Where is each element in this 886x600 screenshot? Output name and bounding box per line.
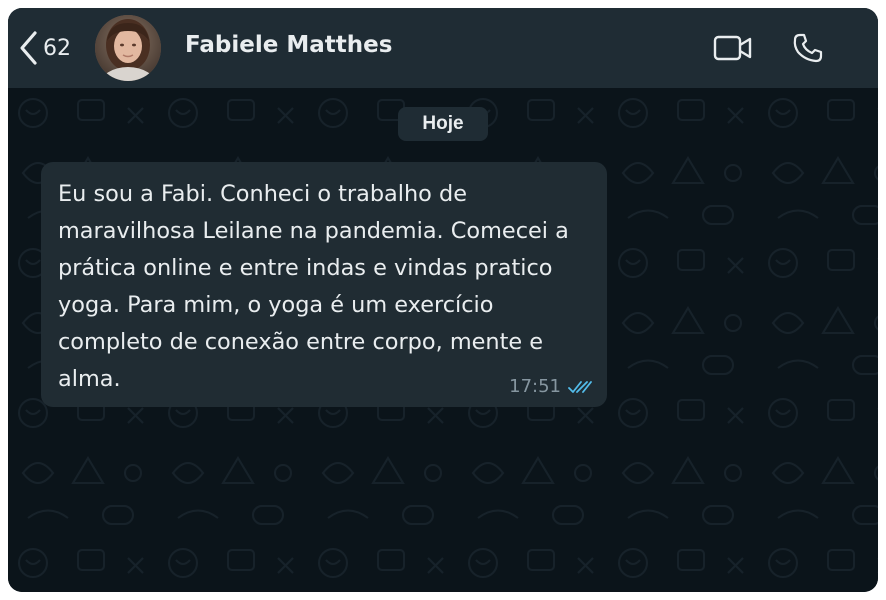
video-camera-icon [713,35,752,61]
unread-count: 62 [43,35,71,61]
message-bubble[interactable]: Eu sou a Fabi. Conheci o trabalho de mar… [41,162,607,407]
chat-header: 62 Fabiele Matthes [8,8,878,88]
double-check-icon [568,380,592,393]
date-separator: Hoje [398,107,488,141]
voice-call-button[interactable] [786,30,830,66]
message-time: 17:51 [509,376,561,397]
phone-icon [793,33,823,63]
chat-window: 62 Fabiele Matthes Hoje Eu sou a Fabi. C… [8,8,878,592]
message-meta: 17:51 [509,376,593,397]
chevron-left-icon [20,31,37,65]
message-text: Eu sou a Fabi. Conheci o trabalho de mar… [58,181,569,392]
video-call-button[interactable] [711,30,755,66]
contact-name[interactable]: Fabiele Matthes [185,32,392,58]
avatar[interactable] [95,15,161,81]
back-button[interactable]: 62 [18,28,71,68]
chat-area[interactable]: Hoje Eu sou a Fabi. Conheci o trabalho d… [8,88,878,592]
